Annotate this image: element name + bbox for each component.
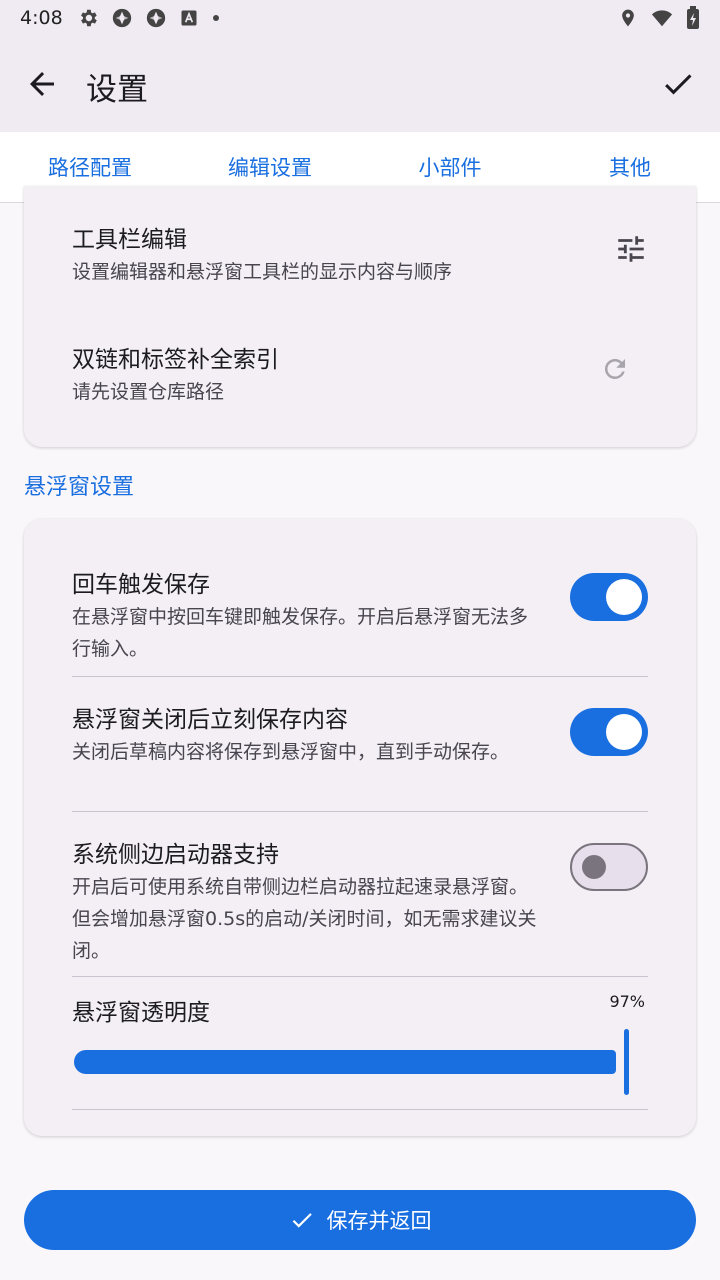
section-title-floating: 悬浮窗设置 <box>24 475 135 500</box>
save-and-return-button[interactable]: 保存并返回 <box>24 1190 696 1250</box>
item-desc: 开启后可使用系统自带侧边栏启动器拉起速录悬浮窗。但会增加悬浮窗0.5s的启动/关… <box>72 876 537 962</box>
app-icon <box>112 8 131 28</box>
app-icon <box>146 8 165 28</box>
opacity-value: 97% <box>609 992 645 1011</box>
tab-label: 编辑设置 <box>228 156 312 180</box>
arrow-left-icon[interactable] <box>24 66 60 102</box>
location-icon <box>622 9 634 27</box>
divider <box>72 676 648 677</box>
opacity-item: 悬浮窗透明度 <box>72 993 648 1027</box>
tab-label: 小部件 <box>418 156 482 180</box>
item-title: 回车触发保存 <box>72 572 210 598</box>
item-title: 双链和标签补全索引 <box>72 347 279 373</box>
item-desc: 关闭后草稿内容将保存到悬浮窗中，直到手动保存。 <box>72 741 510 763</box>
gear-icon <box>80 9 97 27</box>
tab-label: 路径配置 <box>48 156 132 180</box>
wifi-icon <box>651 10 673 27</box>
app-bar: 设置 <box>0 36 720 132</box>
item-title: 系统侧边启动器支持 <box>72 842 279 868</box>
item-desc: 在悬浮窗中按回车键即触发保存。开启后悬浮窗无法多行输入。 <box>72 606 529 660</box>
item-title: 悬浮窗关闭后立刻保存内容 <box>72 707 348 733</box>
close-save-item[interactable]: 悬浮窗关闭后立刻保存内容 关闭后草稿内容将保存到悬浮窗中，直到手动保存。 <box>72 700 648 768</box>
enter-save-item[interactable]: 回车触发保存 在悬浮窗中按回车键即触发保存。开启后悬浮窗无法多行输入。 <box>72 565 648 665</box>
close-save-switch[interactable] <box>570 708 648 756</box>
switch-knob <box>582 855 606 879</box>
dot-icon <box>212 15 219 21</box>
check-icon <box>292 1213 312 1228</box>
item-desc: 请先设置仓库路径 <box>72 381 225 403</box>
tune-icon[interactable] <box>614 232 648 266</box>
a-box-icon <box>181 10 197 26</box>
floating-settings-card: 回车触发保存 在悬浮窗中按回车键即触发保存。开启后悬浮窗无法多行输入。 悬浮窗关… <box>24 519 696 1136</box>
enter-save-switch[interactable] <box>570 573 648 621</box>
status-time: 4:08 <box>20 7 63 29</box>
side-launcher-switch[interactable] <box>570 843 648 891</box>
toolbar-edit-item[interactable]: 工具栏编辑 设置编辑器和悬浮窗工具栏的显示内容与顺序 <box>72 220 648 288</box>
save-button-label: 保存并返回 <box>326 1209 432 1233</box>
item-title: 工具栏编辑 <box>72 227 187 253</box>
battery-icon <box>687 6 699 29</box>
opacity-slider-track[interactable] <box>74 1050 616 1074</box>
refresh-icon[interactable] <box>600 354 630 384</box>
item-desc: 设置编辑器和悬浮窗工具栏的显示内容与顺序 <box>72 261 453 283</box>
page-title: 设置 <box>86 72 148 108</box>
switch-knob <box>606 579 642 615</box>
tab-label: 其他 <box>609 156 651 180</box>
divider <box>72 976 648 977</box>
check-icon[interactable] <box>660 66 696 102</box>
divider <box>72 811 648 812</box>
switch-knob <box>606 714 642 750</box>
backlink-index-item[interactable]: 双链和标签补全索引 请先设置仓库路径 <box>72 340 648 408</box>
opacity-slider-thumb[interactable] <box>624 1029 629 1095</box>
editor-settings-card: 工具栏编辑 设置编辑器和悬浮窗工具栏的显示内容与顺序 双链和标签补全索引 请先设… <box>24 186 696 447</box>
divider <box>72 1109 648 1110</box>
item-title: 悬浮窗透明度 <box>72 1000 210 1026</box>
status-bar: 4:08 <box>0 0 720 36</box>
side-launcher-item[interactable]: 系统侧边启动器支持 开启后可使用系统自带侧边栏启动器拉起速录悬浮窗。但会增加悬浮… <box>72 835 648 967</box>
